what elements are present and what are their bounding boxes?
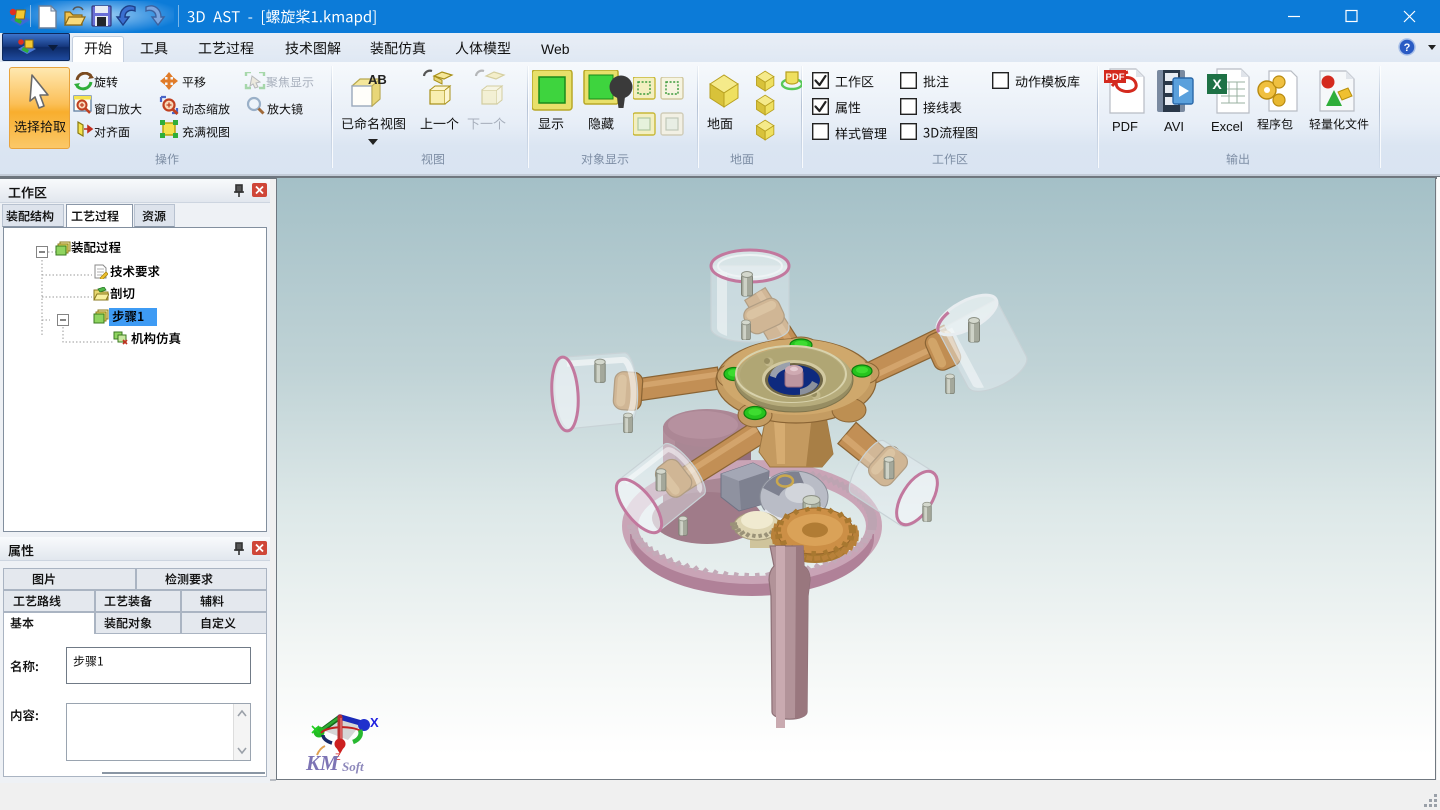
svg-text:X: X [1212,76,1222,92]
svg-text:X: X [370,715,379,730]
svg-text:Soft: Soft [342,759,364,774]
svg-text:AB: AB [368,72,387,87]
svg-text:KM: KM [305,751,340,775]
svg-text:PDF: PDF [1106,72,1125,83]
svg-text:?: ? [1404,42,1411,54]
